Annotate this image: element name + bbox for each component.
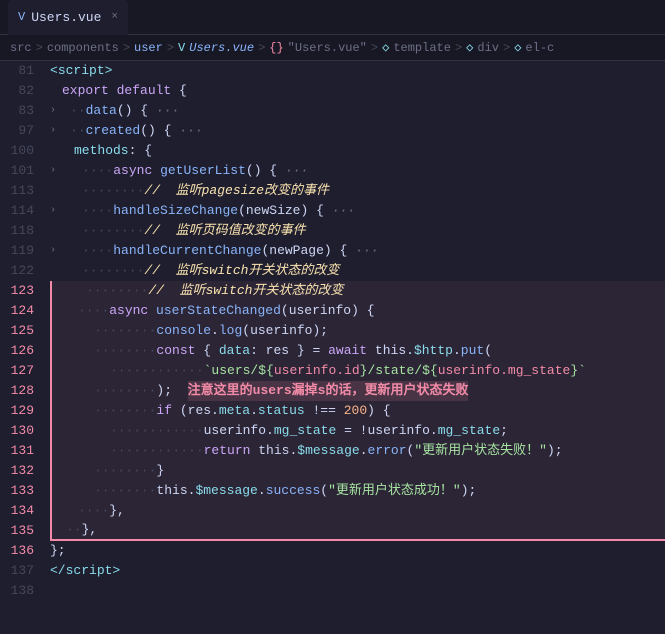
line-numbers: 81 82 83 97 100 101 113 114 118 119 122 … (0, 61, 46, 634)
code-line-133: ········this.$message.success("更新用户状态成功！… (50, 481, 665, 501)
bc-sep3: > (167, 41, 174, 55)
ln-126: 126 (0, 341, 34, 361)
bc-sep6: > (455, 41, 462, 55)
bc-elc-icon: ◇ (514, 40, 521, 55)
bc-sep5: > (371, 41, 378, 55)
bc-filename: Users.vue (189, 41, 254, 55)
code-line-124: ····async userStateChanged(userinfo) { (50, 301, 665, 321)
bc-user: user (134, 41, 163, 55)
title-bar: V Users.vue × (0, 0, 665, 35)
fold-arrow-114[interactable]: › (50, 201, 56, 221)
bc-sep: > (36, 41, 43, 55)
bc-template-icon: ◇ (382, 40, 389, 55)
code-line-132: ········} (50, 461, 665, 481)
code-line-135: ··}, (50, 521, 665, 541)
ln-138: 138 (0, 581, 34, 601)
code-line-131: ············return this.$message.error("… (50, 441, 665, 461)
breadcrumb: src > components > user > V Users.vue > … (0, 35, 665, 61)
code-line-114: › ····handleSizeChange(newSize) { ··· (50, 201, 665, 221)
bc-sep7: > (503, 41, 510, 55)
ln-127: 127 (0, 361, 34, 381)
code-line-118: ········// 监听页码值改变的事件 (50, 221, 665, 241)
ln-134: 134 (0, 501, 34, 521)
bc-elc: el-c (525, 41, 554, 55)
bc-obj: {} (269, 41, 283, 55)
ln-119: 119 (0, 241, 34, 261)
bc-vue-str: "Users.vue" (288, 41, 367, 55)
ln-132: 132 (0, 461, 34, 481)
bc-src: src (10, 41, 32, 55)
code-line-130: ············userinfo.mg_state = !userinf… (50, 421, 665, 441)
code-line-129: ········if (res.meta.status !== 200) { (50, 401, 665, 421)
ln-118: 118 (0, 221, 34, 241)
ln-136: 136 (0, 541, 34, 561)
code-container: 81 82 83 97 100 101 113 114 118 119 122 … (0, 61, 665, 634)
code-line-81: <script> (50, 61, 665, 81)
tab-label: Users.vue (31, 10, 101, 25)
ln-137: 137 (0, 561, 34, 581)
code-line-137: </script> (50, 561, 665, 581)
ln-122: 122 (0, 261, 34, 281)
ln-125: 125 (0, 321, 34, 341)
code-line-101: › ····async getUserList() { ··· (50, 161, 665, 181)
code-line-128: ········); 注意这里的users漏掉s的话，更新用户状态失败 (50, 381, 665, 401)
ln-131: 131 (0, 441, 34, 461)
tab-users-vue[interactable]: V Users.vue × (8, 0, 128, 35)
code-line-82: export default { (50, 81, 665, 101)
code-line-136: }; (50, 541, 665, 561)
ln-129: 129 (0, 401, 34, 421)
fold-arrow-119[interactable]: › (50, 241, 56, 261)
ln-82: 82 (0, 81, 34, 101)
ln-133: 133 (0, 481, 34, 501)
bc-div-icon: ◇ (466, 40, 473, 55)
fold-arrow-97[interactable]: › (50, 121, 56, 141)
code-line-100: methods: { (50, 141, 665, 161)
ln-128: 128 (0, 381, 34, 401)
ln-135: 135 (0, 521, 34, 541)
bc-components: components (47, 41, 119, 55)
code-line-127: ············`users/${userinfo.id}/state/… (50, 361, 665, 381)
bc-sep4: > (258, 41, 265, 55)
code-line-113: ········// 监听pagesize改变的事件 (50, 181, 665, 201)
ln-113: 113 (0, 181, 34, 201)
bc-div: div (477, 41, 499, 55)
vue-icon: V (18, 10, 25, 24)
ln-100: 100 (0, 141, 34, 161)
fold-arrow-83[interactable]: › (50, 101, 56, 121)
code-line-97: › ··created() { ··· (50, 121, 665, 141)
ln-83: 83 (0, 101, 34, 121)
code-line-126: ········const { data: res } = await this… (50, 341, 665, 361)
code-line-123: ········// 监听switch开关状态的改变 (50, 281, 665, 301)
ln-123: 123 (0, 281, 34, 301)
ln-97: 97 (0, 121, 34, 141)
bc-template: template (393, 41, 451, 55)
code-line-134: ····}, (50, 501, 665, 521)
code-line-122: ········// 监听switch开关状态的改变 (50, 261, 665, 281)
code-line-125: ········console.log(userinfo); (50, 321, 665, 341)
code-content: <script> export default { › ··data() { ·… (46, 61, 665, 634)
ln-130: 130 (0, 421, 34, 441)
code-line-119: › ····handleCurrentChange(newPage) { ··· (50, 241, 665, 261)
ln-101: 101 (0, 161, 34, 181)
bc-vue-icon: V (178, 41, 185, 55)
fold-arrow-101[interactable]: › (50, 161, 56, 181)
close-icon[interactable]: × (111, 11, 118, 23)
code-line-83: › ··data() { ··· (50, 101, 665, 121)
ln-124: 124 (0, 301, 34, 321)
bc-sep2: > (123, 41, 130, 55)
ln-81: 81 (0, 61, 34, 81)
ln-114: 114 (0, 201, 34, 221)
